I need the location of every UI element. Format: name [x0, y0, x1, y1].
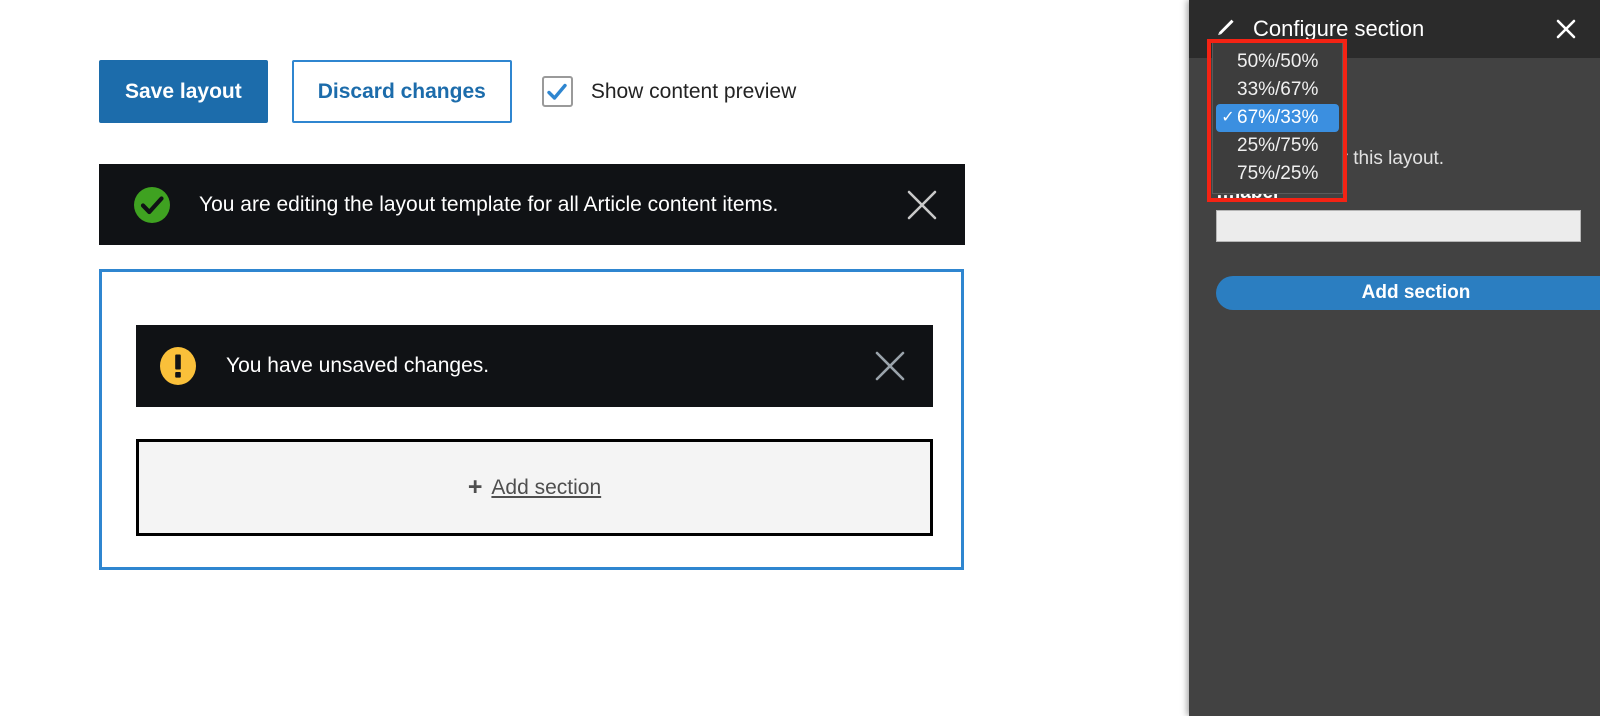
close-icon[interactable]	[873, 349, 907, 383]
panel-title: Configure section	[1253, 16, 1425, 41]
dropdown-option-label: 67%/33%	[1237, 107, 1319, 128]
close-icon[interactable]	[905, 188, 939, 222]
unsaved-changes-bar: You have unsaved changes.	[136, 325, 933, 407]
add-section-label: Add section	[491, 475, 602, 499]
dropdown-option[interactable]: 75%/25%	[1213, 160, 1342, 188]
add-section-link[interactable]: + Add section	[468, 475, 601, 500]
show-content-preview-label: Show content preview	[590, 79, 797, 103]
dropdown-option-label: 25%/75%	[1237, 135, 1319, 156]
panel-add-section-button[interactable]: Add section	[1216, 276, 1600, 310]
dropdown-option-label: 75%/25%	[1237, 163, 1319, 184]
warning-exclamation-circle-icon	[158, 346, 198, 386]
pencil-icon	[1211, 16, 1237, 42]
dropdown-option[interactable]: 33%/67%	[1213, 76, 1342, 104]
section-label-input[interactable]	[1216, 210, 1581, 242]
dropdown-option-label: 50%/50%	[1237, 51, 1319, 72]
status-message-text: You are editing the layout template for …	[199, 192, 779, 216]
plus-icon: +	[467, 473, 483, 501]
checkbox-box[interactable]	[541, 76, 573, 107]
add-section-dropzone[interactable]: + Add section	[136, 439, 933, 536]
unsaved-changes-text: You have unsaved changes.	[226, 354, 490, 378]
dropdown-option-selected[interactable]: ✓ 67%/33%	[1216, 104, 1339, 132]
status-message-bar: You are editing the layout template for …	[99, 164, 965, 245]
main-canvas: Save layout Discard changes Show content…	[0, 0, 1189, 716]
column-widths-dropdown-list[interactable]: 50%/50% 33%/67% ✓ 67%/33% 25%/75% 75%/25…	[1212, 42, 1343, 194]
dropdown-option[interactable]: 25%/75%	[1213, 132, 1342, 160]
layout-region-container[interactable]: You have unsaved changes. + Add section	[99, 269, 964, 570]
save-layout-button[interactable]: Save layout	[99, 60, 268, 123]
discard-changes-button[interactable]: Discard changes	[291, 60, 512, 123]
dropdown-option-label: 33%/67%	[1237, 79, 1319, 100]
dropdown-option[interactable]: 50%/50%	[1213, 48, 1342, 76]
close-icon[interactable]	[1554, 17, 1578, 41]
checkmark-icon	[547, 83, 568, 100]
success-check-circle-icon	[133, 186, 171, 224]
checkmark-icon: ✓	[1221, 109, 1235, 126]
show-content-preview-checkbox[interactable]: Show content preview	[541, 76, 797, 107]
layout-toolbar: Save layout Discard changes Show content…	[99, 60, 796, 123]
